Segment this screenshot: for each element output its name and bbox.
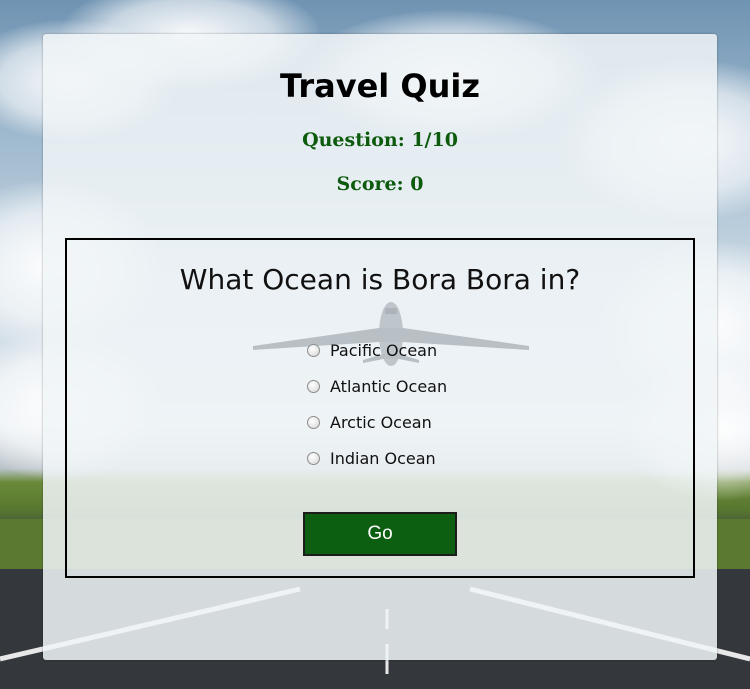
quiz-panel: Travel Quiz Question: 1/10 Score: 0 What… xyxy=(43,34,717,660)
radio-button[interactable] xyxy=(307,343,320,357)
radio-button[interactable] xyxy=(307,415,320,429)
question-card: What Ocean is Bora Bora in? Pacific Ocea… xyxy=(65,238,695,578)
option-arctic-ocean[interactable]: Arctic Ocean xyxy=(307,404,567,440)
question-text: What Ocean is Bora Bora in? xyxy=(179,263,581,296)
radio-button[interactable] xyxy=(307,379,320,393)
go-button[interactable]: Go xyxy=(303,512,457,556)
option-pacific-ocean[interactable]: Pacific Ocean xyxy=(307,332,567,368)
radio-button[interactable] xyxy=(307,451,320,465)
page-title: Travel Quiz xyxy=(280,67,480,105)
option-atlantic-ocean[interactable]: Atlantic Ocean xyxy=(307,368,567,404)
score-display: Score: 0 xyxy=(336,173,424,195)
option-indian-ocean[interactable]: Indian Ocean xyxy=(307,440,567,476)
option-label: Pacific Ocean xyxy=(330,340,438,360)
option-label: Arctic Ocean xyxy=(330,412,432,432)
question-counter: Question: 1/10 xyxy=(302,129,458,151)
option-label: Atlantic Ocean xyxy=(330,376,448,396)
option-label: Indian Ocean xyxy=(330,448,436,468)
answer-options: Pacific Ocean Atlantic Ocean Arctic Ocea… xyxy=(307,332,567,476)
